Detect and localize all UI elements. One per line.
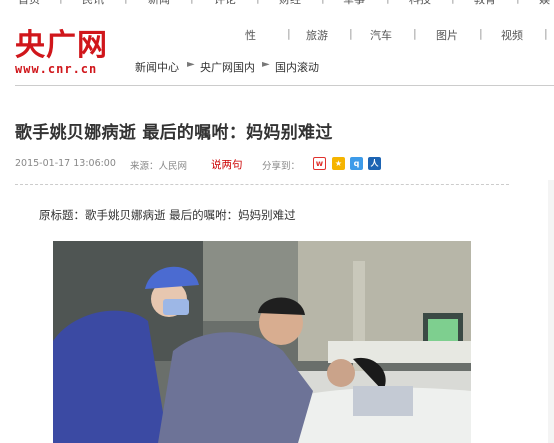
separator: | [479,27,483,40]
separator: | [349,27,353,40]
article-date: 2015-01-17 13:06:00 [15,158,116,169]
separator: | [386,0,390,4]
top-nav-item-comment[interactable]: 评论 [214,0,236,7]
separator: | [413,27,417,40]
top-nav-item-ent[interactable]: 娱 [539,0,550,7]
separator: | [321,0,325,4]
top-nav-item-tech[interactable]: 科技 [409,0,431,7]
separator: | [59,0,63,4]
original-title: 原标题：歌手姚贝娜病逝 最后的嘱咐：妈妈别难过 [39,208,296,222]
section-nav-item-video[interactable]: 视频 [501,27,523,43]
top-nav-item-2[interactable]: 民讯 [82,0,104,7]
weibo-icon[interactable]: w [313,157,326,170]
article-source: 来源：人民网 [130,161,188,172]
top-nav-item-finance[interactable]: 财经 [279,0,301,7]
breadcrumb-item-domestic[interactable]: 央广网国内 [200,59,255,75]
top-nav-item-news[interactable]: 新闻 [148,0,170,7]
top-nav-item-education[interactable]: 教育 [474,0,496,7]
separator: | [190,0,194,4]
separator: | [451,0,455,4]
logo-url: www.cnr.cn [15,62,98,76]
separator: | [124,0,128,4]
renren-icon[interactable]: 人 [368,157,381,170]
section-nav-item-auto[interactable]: 汽车 [370,27,392,43]
separator: | [256,0,260,4]
meta-divider [15,184,509,185]
share-label: 分享到： [262,161,301,172]
header-divider [15,85,554,86]
breadcrumb-item-news-center[interactable]: 新闻中心 [135,59,179,75]
scrollbar-edge [548,180,554,443]
qq-icon[interactable]: q [350,157,363,170]
comment-link[interactable]: 说两句 [211,157,243,172]
chevron-right-icon: ► [262,59,270,70]
top-nav: 首页 | 民讯 | 新闻 | 评论 | 财经 | 军事 | 科技 | 教育 | … [0,0,554,11]
top-nav-item-home[interactable]: 首页 [18,0,40,7]
separator: | [287,27,291,40]
section-nav-item[interactable]: 性 [245,27,256,43]
section-nav-item-photos[interactable]: 图片 [436,27,458,43]
logo-text: 央广网 [15,28,108,63]
separator: | [544,27,548,40]
top-nav-item-military[interactable]: 军事 [343,0,365,7]
article-title: 歌手姚贝娜病逝 最后的嘱咐：妈妈别难过 [15,123,333,143]
breadcrumb-item-rolling[interactable]: 国内滚动 [275,59,319,75]
separator: | [516,0,520,4]
section-nav-item-travel[interactable]: 旅游 [306,27,328,43]
qzone-icon[interactable]: ★ [332,157,345,170]
site-logo[interactable]: 央广网 www.cnr.cn [15,28,108,76]
article-photo [53,241,471,443]
chevron-right-icon: ► [187,59,195,70]
